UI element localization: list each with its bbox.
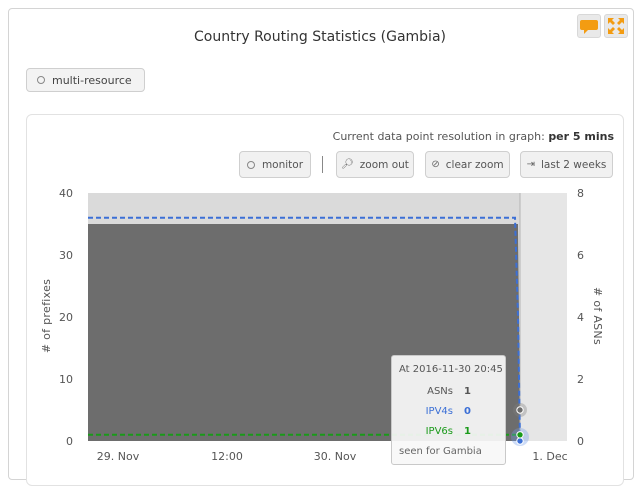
tooltip-value: 1 xyxy=(464,426,471,437)
y-left-tick: 10 xyxy=(59,373,73,386)
y-left-tick: 30 xyxy=(59,249,73,262)
y-right-tick: 2 xyxy=(577,373,584,386)
y-right-tick: 8 xyxy=(577,187,584,200)
x-tick: 30. Nov xyxy=(314,450,357,463)
x-tick: 29. Nov xyxy=(97,450,140,463)
asns-point xyxy=(516,406,524,414)
tooltip-value: 1 xyxy=(464,386,471,397)
y-left-axis-label: # of prefixes xyxy=(40,279,53,353)
tooltip-label: ASNs xyxy=(427,386,453,397)
y-right-tick: 0 xyxy=(577,435,584,448)
y-left-tick: 20 xyxy=(59,311,73,324)
ipv4s-point xyxy=(516,437,524,445)
chart-tooltip: At 2016-11-30 20:45 ASNs 1 IPV4s 0 IPV6s… xyxy=(391,355,506,465)
x-tick: 12:00 xyxy=(211,450,243,463)
routing-chart[interactable]: 0 10 20 30 40 0 2 4 6 8 29. Nov 12:00 30… xyxy=(0,0,640,471)
ipv6s-point xyxy=(516,431,524,439)
tooltip-footer: seen for Gambia xyxy=(399,446,482,457)
tooltip-value: 0 xyxy=(464,406,471,417)
tooltip-label: IPV6s xyxy=(425,426,453,437)
tooltip-label: IPV4s xyxy=(425,406,453,417)
y-left-tick: 0 xyxy=(66,435,73,448)
y-left-tick: 40 xyxy=(59,187,73,200)
y-right-axis-label: # of ASNs xyxy=(591,287,604,345)
x-tick: 1. Dec xyxy=(532,450,567,463)
y-right-tick: 6 xyxy=(577,249,584,262)
y-right-tick: 4 xyxy=(577,311,584,324)
unselected-range-shade xyxy=(520,193,567,441)
tooltip-header: At 2016-11-30 20:45 xyxy=(399,364,503,375)
